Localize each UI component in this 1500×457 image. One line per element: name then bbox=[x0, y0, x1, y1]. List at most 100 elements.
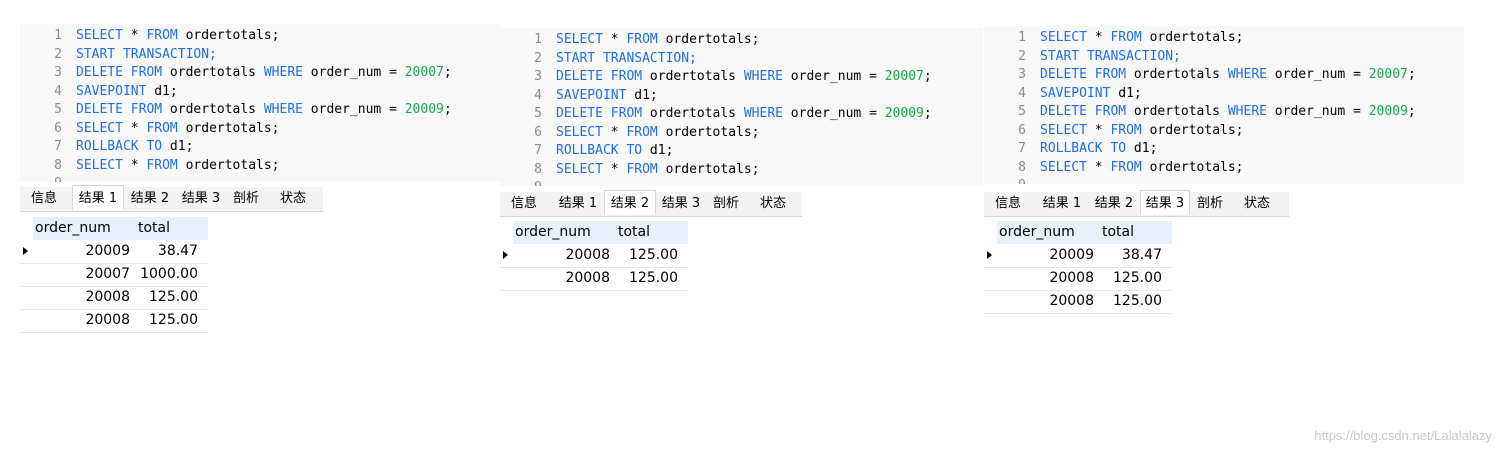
table-row[interactable]: 20008 125.00 bbox=[20, 286, 208, 310]
code-line: 1 SELECT * FROM ordertotals; bbox=[984, 29, 1464, 48]
tab-result-2[interactable]: 结果 2 bbox=[1088, 192, 1140, 215]
column-header-total[interactable]: total bbox=[138, 217, 170, 240]
cell-total[interactable]: 125.00 bbox=[133, 286, 198, 309]
column-header-order-num[interactable]: order_num bbox=[999, 221, 1075, 244]
cell-order-num[interactable]: 20008 bbox=[33, 309, 130, 332]
cell-total[interactable]: 125.00 bbox=[133, 309, 198, 332]
tab-result-2[interactable]: 结果 2 bbox=[604, 190, 656, 215]
tab-status[interactable]: 状态 bbox=[1237, 192, 1277, 215]
sql-text: order_num = bbox=[1266, 104, 1369, 119]
sql-text: * bbox=[122, 28, 147, 43]
sql-keyword: SAVEPOINT bbox=[76, 83, 147, 99]
table-row[interactable]: 20009 38.47 bbox=[20, 240, 208, 264]
line-number: 9 bbox=[512, 179, 542, 186]
sql-editor[interactable]: 1 SELECT * FROM ordertotals; 2 START TRANSA… bbox=[20, 24, 500, 182]
code-text: START TRANSACTION; bbox=[1040, 48, 1181, 67]
sql-text: order_num = bbox=[302, 102, 405, 117]
result-tabs: 信息 结果 1 结果 2 结果 3 剖析 状态 bbox=[984, 190, 1289, 217]
sql-editor[interactable]: 1 SELECT * FROM ordertotals; 2 START TRANSA… bbox=[500, 28, 983, 186]
sql-editor[interactable]: 1 SELECT * FROM ordertotals; 2 START TRANSA… bbox=[984, 26, 1464, 184]
sql-text: d1; bbox=[626, 87, 658, 103]
code-text: SELECT * FROM ordertotals; bbox=[556, 124, 760, 143]
cell-total[interactable]: 38.47 bbox=[133, 240, 198, 263]
line-number: 8 bbox=[54, 157, 62, 173]
table-row[interactable]: 20008 125.00 bbox=[984, 290, 1172, 314]
tab-result-1[interactable]: 结果 1 bbox=[552, 192, 604, 215]
tab-profile[interactable]: 剖析 bbox=[226, 187, 266, 210]
tab-result-3[interactable]: 结果 3 bbox=[656, 192, 706, 215]
tab-status[interactable]: 状态 bbox=[753, 192, 793, 215]
cell-order-num[interactable]: 20007 bbox=[33, 263, 130, 286]
code-line: 2 START TRANSACTION; bbox=[984, 48, 1464, 67]
sql-keyword: FROM bbox=[1110, 30, 1142, 45]
table-row[interactable]: 20009 38.47 bbox=[984, 244, 1172, 268]
tab-profile[interactable]: 剖析 bbox=[1190, 192, 1230, 215]
cell-total[interactable]: 125.00 bbox=[1097, 267, 1162, 290]
line-number: 9 bbox=[32, 175, 62, 182]
table-row[interactable]: 20008 125.00 bbox=[500, 244, 688, 268]
sql-text: ; bbox=[1407, 104, 1416, 119]
sql-text: ordertotals bbox=[1126, 104, 1228, 119]
cell-order-num[interactable]: 20008 bbox=[997, 267, 1094, 290]
sql-keyword: FROM bbox=[1110, 159, 1142, 175]
tab-status[interactable]: 状态 bbox=[273, 187, 313, 210]
code-text: SELECT * FROM ordertotals; bbox=[76, 157, 280, 176]
column-header-order-num[interactable]: order_num bbox=[35, 217, 111, 240]
code-text: DELETE FROM ordertotals WHERE order_num … bbox=[76, 101, 452, 120]
sql-keyword: FROM bbox=[626, 124, 658, 140]
sql-text: order_num = bbox=[782, 106, 885, 121]
tab-result-1[interactable]: 结果 1 bbox=[72, 185, 124, 210]
tab-info[interactable]: 信息 bbox=[504, 192, 544, 215]
grid-header: order_num total bbox=[33, 217, 208, 240]
line-number: 2 bbox=[1018, 48, 1026, 64]
sql-text: ordertotals bbox=[642, 69, 744, 84]
column-header-order-num[interactable]: order_num bbox=[515, 221, 591, 244]
sql-text: ; bbox=[1407, 67, 1416, 82]
tab-profile[interactable]: 剖析 bbox=[706, 192, 746, 215]
table-row[interactable]: 20008 125.00 bbox=[20, 309, 208, 333]
cell-total[interactable]: 125.00 bbox=[1097, 290, 1162, 313]
code-line: 8 SELECT * FROM ordertotals; bbox=[984, 159, 1464, 178]
cell-order-num[interactable]: 20008 bbox=[33, 286, 130, 309]
table-row[interactable]: 20008 125.00 bbox=[500, 267, 688, 291]
sql-text: ordertotals; bbox=[657, 32, 760, 47]
tab-result-1[interactable]: 结果 1 bbox=[1036, 192, 1088, 215]
tab-result-2[interactable]: 结果 2 bbox=[124, 187, 176, 210]
sql-number: 20009 bbox=[404, 102, 444, 117]
sql-text: order_num = bbox=[302, 65, 405, 80]
code-text: SELECT * FROM ordertotals; bbox=[1040, 122, 1244, 141]
column-header-total[interactable]: total bbox=[618, 221, 650, 244]
sql-keyword: ROLLBACK TO bbox=[556, 143, 643, 158]
cell-total[interactable]: 38.47 bbox=[1097, 244, 1162, 267]
cell-order-num[interactable]: 20009 bbox=[997, 244, 1094, 267]
cell-total[interactable]: 125.00 bbox=[613, 267, 678, 290]
sql-text: ; bbox=[443, 102, 452, 117]
tab-result-3[interactable]: 结果 3 bbox=[176, 187, 226, 210]
sql-keyword: WHERE bbox=[263, 102, 303, 117]
tab-info[interactable]: 信息 bbox=[24, 187, 64, 210]
sql-keyword: FROM bbox=[146, 28, 178, 43]
cell-order-num[interactable]: 20008 bbox=[513, 244, 610, 267]
line-number: 7 bbox=[534, 143, 542, 158]
column-header-total[interactable]: total bbox=[1102, 221, 1134, 244]
sql-text: ordertotals bbox=[162, 102, 264, 117]
result-tabs: 信息 结果 1 结果 2 结果 3 剖析 状态 bbox=[20, 185, 323, 212]
code-text: DELETE FROM ordertotals WHERE order_num … bbox=[1040, 103, 1416, 122]
cell-total[interactable]: 125.00 bbox=[613, 244, 678, 267]
cell-order-num[interactable]: 20008 bbox=[513, 267, 610, 290]
line-number: 5 bbox=[1018, 104, 1026, 119]
cell-order-num[interactable]: 20009 bbox=[33, 240, 130, 263]
table-row[interactable]: 20007 1000.00 bbox=[20, 263, 208, 287]
line-number: 1 bbox=[1018, 30, 1026, 45]
sql-keyword: SELECT bbox=[76, 28, 123, 43]
line-number: 3 bbox=[534, 69, 542, 84]
table-row[interactable]: 20008 125.00 bbox=[984, 267, 1172, 291]
tab-info[interactable]: 信息 bbox=[988, 192, 1028, 215]
sql-keyword: ROLLBACK TO bbox=[1040, 141, 1127, 156]
sql-keyword: WHERE bbox=[1227, 104, 1267, 119]
cell-total[interactable]: 1000.00 bbox=[133, 263, 198, 286]
cell-order-num[interactable]: 20008 bbox=[997, 290, 1094, 313]
code-text: DELETE FROM ordertotals WHERE order_num … bbox=[556, 68, 932, 87]
tab-result-3[interactable]: 结果 3 bbox=[1140, 190, 1190, 215]
sql-text: ordertotals; bbox=[657, 161, 760, 177]
